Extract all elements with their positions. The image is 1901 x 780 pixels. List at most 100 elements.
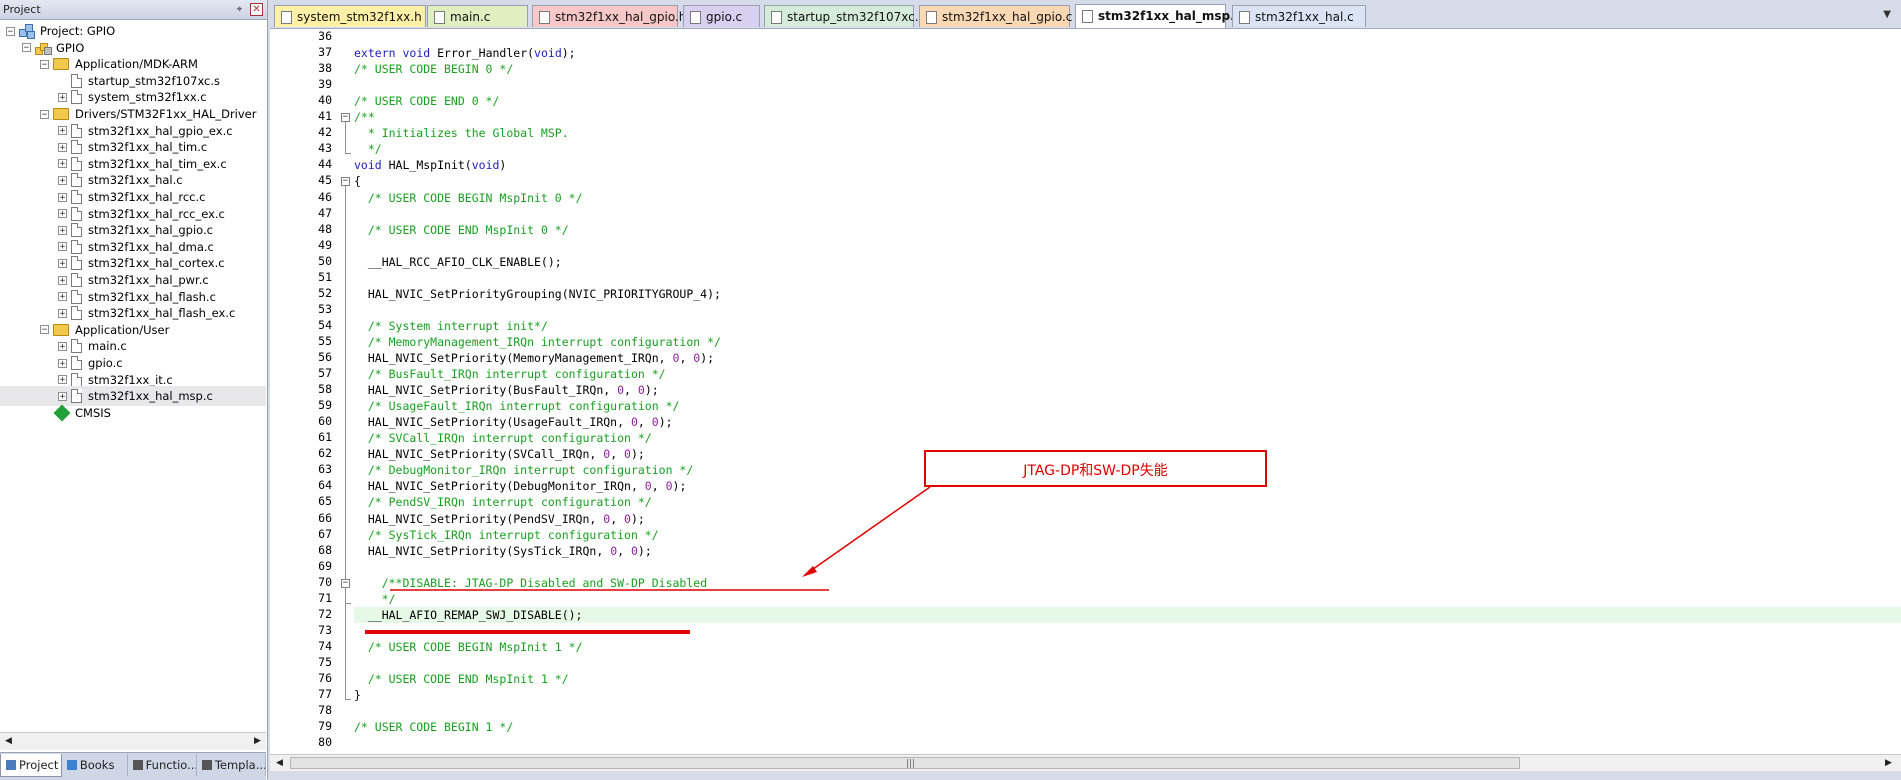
line-number: 37	[318, 45, 332, 60]
collapse-icon[interactable]: −	[40, 59, 49, 69]
code-line[interactable]: __HAL_RCC_AFIO_CLK_ENABLE();	[354, 254, 1901, 270]
panel-tab-books[interactable]: Books	[62, 754, 128, 776]
code-line[interactable]	[354, 29, 1901, 45]
fold-collapse-icon[interactable]: −	[341, 177, 350, 187]
expand-icon[interactable]: +	[58, 242, 67, 252]
editor-tab-label: stm32f1xx_hal_gpio.h	[555, 10, 687, 24]
collapse-icon[interactable]: −	[6, 26, 15, 36]
code-line[interactable]: /* UsageFault_IRQn interrupt configurati…	[354, 398, 1901, 414]
code-line[interactable]: /* USER CODE BEGIN 0 */	[354, 61, 1901, 77]
editor-tab[interactable]: stm32f1xx_hal_gpio.c	[919, 5, 1072, 27]
code-line[interactable]: /* USER CODE BEGIN MspInit 0 */	[354, 190, 1901, 206]
code-line[interactable]: /* PendSV_IRQn interrupt configuration *…	[354, 494, 1901, 510]
editor-hscrollbar[interactable]: ◀ ||| ▶	[270, 754, 1901, 772]
line-number: 38	[318, 61, 332, 76]
line-number: 73	[318, 622, 332, 637]
expand-icon[interactable]: +	[58, 225, 67, 235]
tree-item[interactable]: CMSIS	[40, 403, 111, 423]
code-line[interactable]	[354, 206, 1901, 222]
expand-icon[interactable]: +	[58, 391, 67, 401]
panel-tab-templates[interactable]: Templa...	[197, 754, 266, 776]
expand-icon[interactable]: +	[58, 159, 67, 169]
close-panel-button[interactable]: ✕	[250, 3, 263, 16]
code-text[interactable]: extern void Error_Handler(void);/* USER …	[354, 29, 1901, 754]
code-line[interactable]	[354, 703, 1901, 719]
expand-icon[interactable]: +	[58, 341, 67, 351]
expand-icon[interactable]: +	[58, 175, 67, 185]
expand-icon[interactable]: +	[58, 375, 67, 385]
code-line[interactable]	[354, 238, 1901, 254]
panel-tab-label: Project	[19, 758, 59, 772]
code-line[interactable]: HAL_NVIC_SetPriority(PendSV_IRQn, 0, 0);	[354, 511, 1901, 527]
fold-collapse-icon[interactable]: −	[341, 578, 350, 588]
editor-tab[interactable]: main.c	[427, 5, 528, 27]
expand-icon[interactable]: +	[58, 142, 67, 152]
code-line[interactable]	[354, 655, 1901, 671]
code-line[interactable]: * Initializes the Global MSP.	[354, 125, 1901, 141]
line-number: 46	[318, 189, 332, 204]
expand-icon[interactable]: +	[58, 308, 67, 318]
code-line[interactable]: /**	[354, 109, 1901, 125]
collapse-icon[interactable]: −	[22, 43, 31, 53]
code-line[interactable]	[354, 735, 1901, 751]
line-number: 61	[318, 430, 332, 445]
code-line[interactable]: */	[354, 141, 1901, 157]
code-line[interactable]: HAL_NVIC_SetPriority(MemoryManagement_IR…	[354, 350, 1901, 366]
code-line[interactable]: /**DISABLE: JTAG-DP Disabled and SW-DP D…	[354, 575, 1901, 591]
code-line[interactable]: /* System interrupt init*/	[354, 318, 1901, 334]
code-line[interactable]: void HAL_MspInit(void)	[354, 157, 1901, 173]
editor-tab[interactable]: gpio.c	[683, 5, 760, 27]
code-line[interactable]: HAL_NVIC_SetPriority(BusFault_IRQn, 0, 0…	[354, 382, 1901, 398]
editor-tab[interactable]: stm32f1xx_hal.c	[1232, 5, 1366, 27]
editor-tab[interactable]: stm32f1xx_hal_gpio.h	[532, 5, 686, 27]
editor-scroll-right-icon[interactable]: ▶	[1882, 757, 1895, 770]
editor-scroll-thumb[interactable]: |||	[290, 757, 1520, 769]
project-tree-hscrollbar[interactable]: ◀ ▶	[0, 732, 266, 750]
code-line[interactable]: /* SVCall_IRQn interrupt configuration *…	[354, 430, 1901, 446]
code-line[interactable]: }	[354, 687, 1901, 703]
code-line[interactable]: */	[354, 591, 1901, 607]
expand-icon[interactable]: +	[58, 258, 67, 268]
annotation-text: JTAG-DP和SW-DP失能	[1023, 463, 1168, 479]
code-line[interactable]	[354, 77, 1901, 93]
editor-tab[interactable]: stm32f1xx_hal_msp.c	[1075, 4, 1242, 28]
editor-scroll-left-icon[interactable]: ◀	[273, 757, 286, 770]
panel-tab-project-tab[interactable]: Project	[0, 754, 62, 777]
expand-icon[interactable]: +	[58, 192, 67, 202]
fold-collapse-icon[interactable]: −	[341, 113, 350, 123]
editor-tab[interactable]: startup_stm32f107xc.s	[764, 5, 925, 27]
expand-icon[interactable]: +	[58, 275, 67, 285]
code-line[interactable]: HAL_NVIC_SetPriority(UsageFault_IRQn, 0,…	[354, 414, 1901, 430]
panel-tab-functions[interactable]: Functio...	[128, 754, 197, 776]
code-line[interactable]	[354, 623, 1901, 639]
code-line[interactable]	[354, 302, 1901, 318]
editor-tab[interactable]: system_stm32f1xx.h	[274, 5, 426, 27]
collapse-icon[interactable]: −	[40, 325, 49, 335]
code-line[interactable]: HAL_NVIC_SetPriority(SysTick_IRQn, 0, 0)…	[354, 543, 1901, 559]
expand-icon[interactable]: +	[58, 292, 67, 302]
collapse-icon[interactable]: −	[40, 109, 49, 119]
code-line[interactable]: /* SysTick_IRQn interrupt configuration …	[354, 527, 1901, 543]
code-line[interactable]: extern void Error_Handler(void);	[354, 45, 1901, 61]
code-line[interactable]: /* USER CODE BEGIN 1 */	[354, 719, 1901, 735]
expand-icon[interactable]: +	[58, 358, 67, 368]
code-line[interactable]: {	[354, 173, 1901, 189]
code-line[interactable]	[354, 270, 1901, 286]
expand-icon[interactable]: +	[58, 92, 67, 102]
expand-icon[interactable]: +	[58, 126, 67, 136]
code-line[interactable]: /* MemoryManagement_IRQn interrupt confi…	[354, 334, 1901, 350]
code-line[interactable]: __HAL_AFIO_REMAP_SWJ_DISABLE();	[354, 606, 1901, 623]
code-line[interactable]: /* USER CODE END MspInit 0 */	[354, 222, 1901, 238]
code-line[interactable]: /* USER CODE BEGIN MspInit 1 */	[354, 639, 1901, 655]
code-line[interactable]: HAL_NVIC_SetPriorityGrouping(NVIC_PRIORI…	[354, 286, 1901, 302]
pin-icon[interactable]: ⌖	[233, 3, 246, 16]
tab-menu-arrow-icon[interactable]: ▼	[1883, 9, 1891, 20]
code-line[interactable]: /* BusFault_IRQn interrupt configuration…	[354, 366, 1901, 382]
code-line[interactable]	[354, 559, 1901, 575]
code-line[interactable]: /* USER CODE END 0 */	[354, 93, 1901, 109]
scroll-left-icon[interactable]: ◀	[2, 735, 15, 748]
code-line[interactable]: /* USER CODE END MspInit 1 */	[354, 671, 1901, 687]
scroll-right-icon[interactable]: ▶	[251, 735, 264, 748]
expand-icon[interactable]: +	[58, 209, 67, 219]
code-area[interactable]: 36 37 38 39 40 41 42 43 44 45 46 47 48 49 50 51 52 53 54 55…	[270, 29, 1901, 754]
